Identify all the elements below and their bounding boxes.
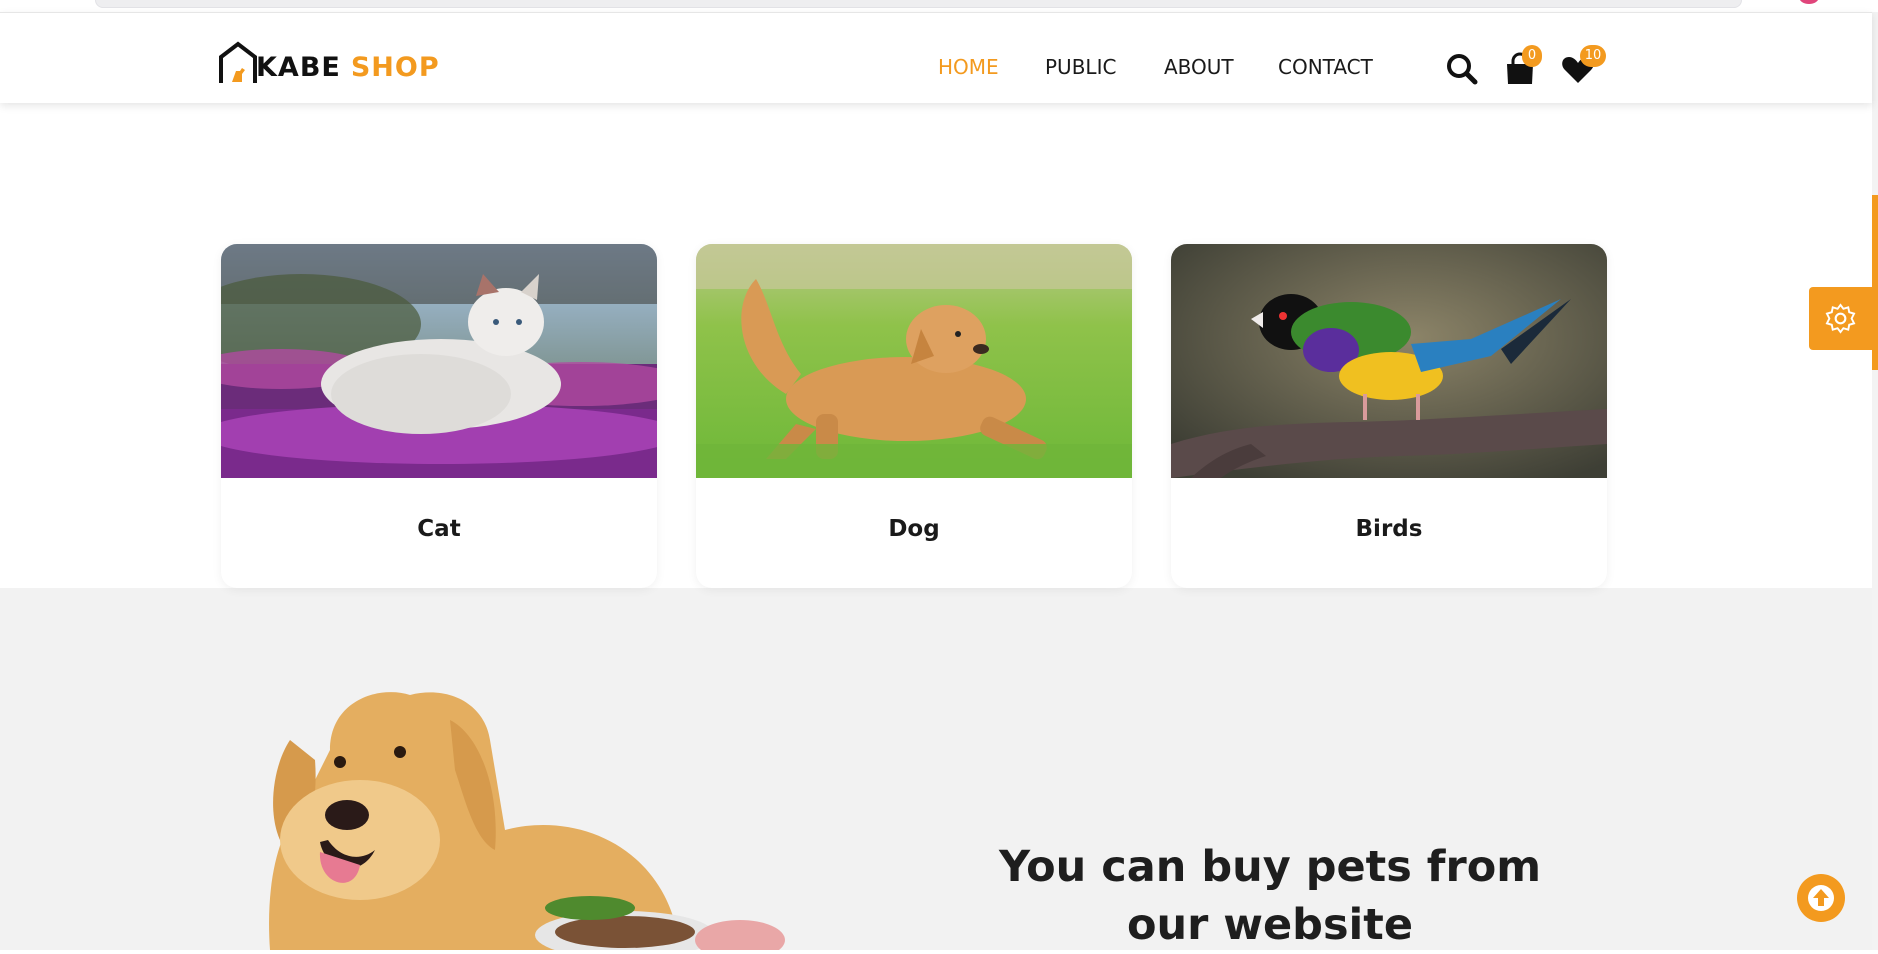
wishlist-count-badge: 10 <box>1580 45 1606 67</box>
promo-dog-image <box>250 680 810 954</box>
nav-contact[interactable]: CONTACT <box>1278 47 1373 87</box>
logo-text-primary: KABE <box>256 52 341 83</box>
arrow-up-icon <box>1808 885 1834 911</box>
category-card-dog[interactable]: Dog <box>696 244 1132 588</box>
house-logo-icon <box>219 41 257 83</box>
search-button[interactable] <box>1444 51 1480 87</box>
back-to-top-button[interactable] <box>1797 874 1845 922</box>
scrollbar-track[interactable] <box>1872 12 1878 950</box>
category-label: Birds <box>1355 516 1423 542</box>
dog-photo <box>696 244 1132 478</box>
wishlist-button[interactable]: 10 <box>1560 45 1606 87</box>
nav-public[interactable]: PUBLIC <box>1045 47 1116 87</box>
category-label: Cat <box>417 516 461 542</box>
site-header: KABE SHOP HOME PUBLIC ABOUT CONTACT 0 10 <box>0 12 1872 103</box>
category-card-birds[interactable]: Birds <box>1171 244 1607 588</box>
cart-button[interactable]: 0 <box>1502 45 1542 87</box>
category-card-cat[interactable]: Cat <box>221 244 657 588</box>
cat-photo <box>221 244 657 478</box>
promo-headline: You can buy pets from our website <box>998 842 1542 950</box>
nav-about[interactable]: ABOUT <box>1164 47 1234 87</box>
browser-profile-dot[interactable] <box>1799 0 1819 4</box>
search-icon <box>1447 54 1478 85</box>
browser-address-bar[interactable] <box>95 0 1742 8</box>
browser-top-strip <box>0 0 1878 12</box>
scrollbar-thumb[interactable] <box>1872 195 1878 370</box>
site-logo[interactable]: KABE SHOP <box>218 37 440 85</box>
logo-text-accent: SHOP <box>350 52 440 83</box>
category-label: Dog <box>888 516 940 542</box>
settings-button[interactable] <box>1809 287 1872 350</box>
nav-home[interactable]: HOME <box>938 47 999 87</box>
cart-count-badge: 0 <box>1522 45 1542 67</box>
gear-icon <box>1825 303 1856 334</box>
bird-photo <box>1171 244 1607 478</box>
